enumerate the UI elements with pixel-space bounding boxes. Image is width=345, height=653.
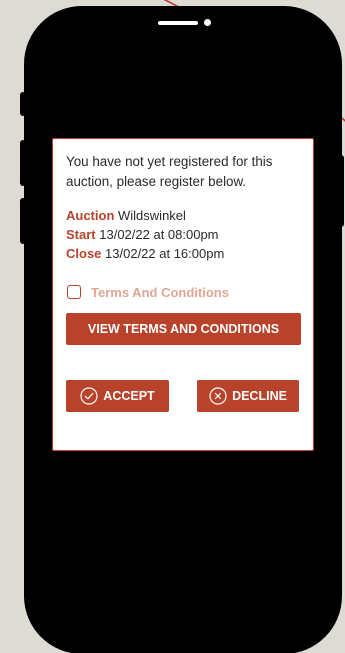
decline-label: DECLINE: [232, 389, 287, 403]
terms-row[interactable]: Terms And Conditions: [66, 283, 300, 301]
auction-value: Wildswinkel: [118, 208, 186, 223]
registration-dialog: You have not yet registered for this auc…: [52, 138, 314, 451]
view-terms-label: VIEW TERMS AND CONDITIONS: [87, 322, 280, 336]
view-terms-button[interactable]: VIEW TERMS AND CONDITIONS: [66, 313, 301, 345]
decline-button[interactable]: DECLINE: [197, 380, 299, 412]
check-circle-icon: [80, 387, 98, 405]
auction-row: Auction Wildswinkel: [66, 206, 300, 225]
start-value: 13/02/22 at 08:00pm: [99, 227, 219, 242]
accept-button[interactable]: ACCEPT: [66, 380, 169, 412]
registration-message: You have not yet registered for this auc…: [66, 154, 273, 189]
start-label: Start: [66, 227, 96, 242]
start-row: Start 13/02/22 at 08:00pm: [66, 225, 300, 244]
stage: You have not yet registered for this auc…: [0, 0, 345, 653]
close-label: Close: [66, 246, 102, 261]
close-row: Close 13/02/22 at 16:00pm: [66, 244, 300, 263]
phone-speaker: [158, 21, 198, 25]
accept-label: ACCEPT: [103, 389, 155, 403]
phone-camera: [204, 19, 211, 26]
x-circle-icon: [209, 387, 227, 405]
dialog-actions: ACCEPT DECLINE: [66, 380, 299, 412]
terms-checkbox[interactable]: [67, 285, 81, 299]
auction-label: Auction: [66, 208, 115, 223]
auction-details: Auction Wildswinkel Start 13/02/22 at 08…: [66, 206, 300, 263]
terms-label[interactable]: Terms And Conditions: [91, 285, 229, 300]
close-value: 13/02/22 at 16:00pm: [105, 246, 225, 261]
